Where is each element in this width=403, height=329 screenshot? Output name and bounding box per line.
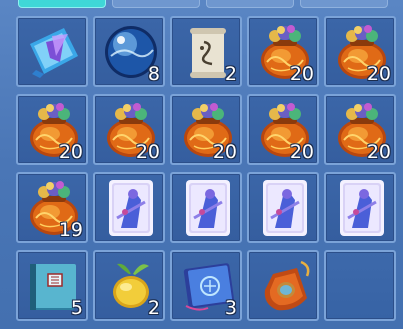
item-count: 20 xyxy=(366,141,391,163)
character-card-icon xyxy=(109,180,153,236)
inventory-slot[interactable] xyxy=(247,172,319,243)
inventory-slot[interactable]: 20 xyxy=(324,94,396,165)
inventory-slot[interactable]: 3 xyxy=(170,250,242,321)
inventory-slot[interactable]: 20 xyxy=(170,94,242,165)
tab-3[interactable] xyxy=(206,0,294,8)
item-count: 20 xyxy=(212,141,237,163)
inventory-slot[interactable]: 20 xyxy=(324,16,396,87)
inventory-slot[interactable]: 2 xyxy=(170,16,242,87)
inventory-slot[interactable]: 8 xyxy=(93,16,165,87)
item-count: 20 xyxy=(289,141,314,163)
character-card-icon xyxy=(186,180,230,236)
orange-amulet-bag-icon xyxy=(264,260,310,311)
item-count: 19 xyxy=(58,219,83,241)
item-count: 2 xyxy=(224,63,237,85)
item-count: 20 xyxy=(289,63,314,85)
item-count: 20 xyxy=(366,63,391,85)
inventory-slot[interactable] xyxy=(93,172,165,243)
inventory-slot[interactable] xyxy=(324,172,396,243)
inventory-slot[interactable]: 2 xyxy=(93,250,165,321)
crystal-scroll-icon xyxy=(30,28,78,78)
tab-bar xyxy=(0,0,403,8)
tab-active[interactable] xyxy=(18,0,106,8)
inventory-slot[interactable] xyxy=(170,172,242,243)
inventory-slot[interactable] xyxy=(247,250,319,321)
character-card-icon xyxy=(263,180,307,236)
inventory-slot[interactable]: 5 xyxy=(16,250,88,321)
inventory-panel: 8 2 20 20 20 20 20 20 20 19 5 2 3 xyxy=(0,0,403,329)
inventory-slot-empty[interactable] xyxy=(324,250,396,321)
item-count: 2 xyxy=(147,297,160,319)
item-count: 3 xyxy=(224,297,237,319)
item-count: 5 xyxy=(70,297,83,319)
inventory-slot[interactable]: 20 xyxy=(247,16,319,87)
tab-2[interactable] xyxy=(112,0,200,8)
item-count: 20 xyxy=(135,141,160,163)
inventory-slot[interactable]: 20 xyxy=(247,94,319,165)
inventory-slot[interactable]: 20 xyxy=(16,94,88,165)
character-card-icon xyxy=(340,180,384,236)
tab-4[interactable] xyxy=(300,0,388,8)
item-count: 20 xyxy=(58,141,83,163)
inventory-slot[interactable]: 19 xyxy=(16,172,88,243)
inventory-slot[interactable]: 20 xyxy=(93,94,165,165)
inventory-slot[interactable] xyxy=(16,16,88,87)
item-count: 8 xyxy=(147,63,160,85)
